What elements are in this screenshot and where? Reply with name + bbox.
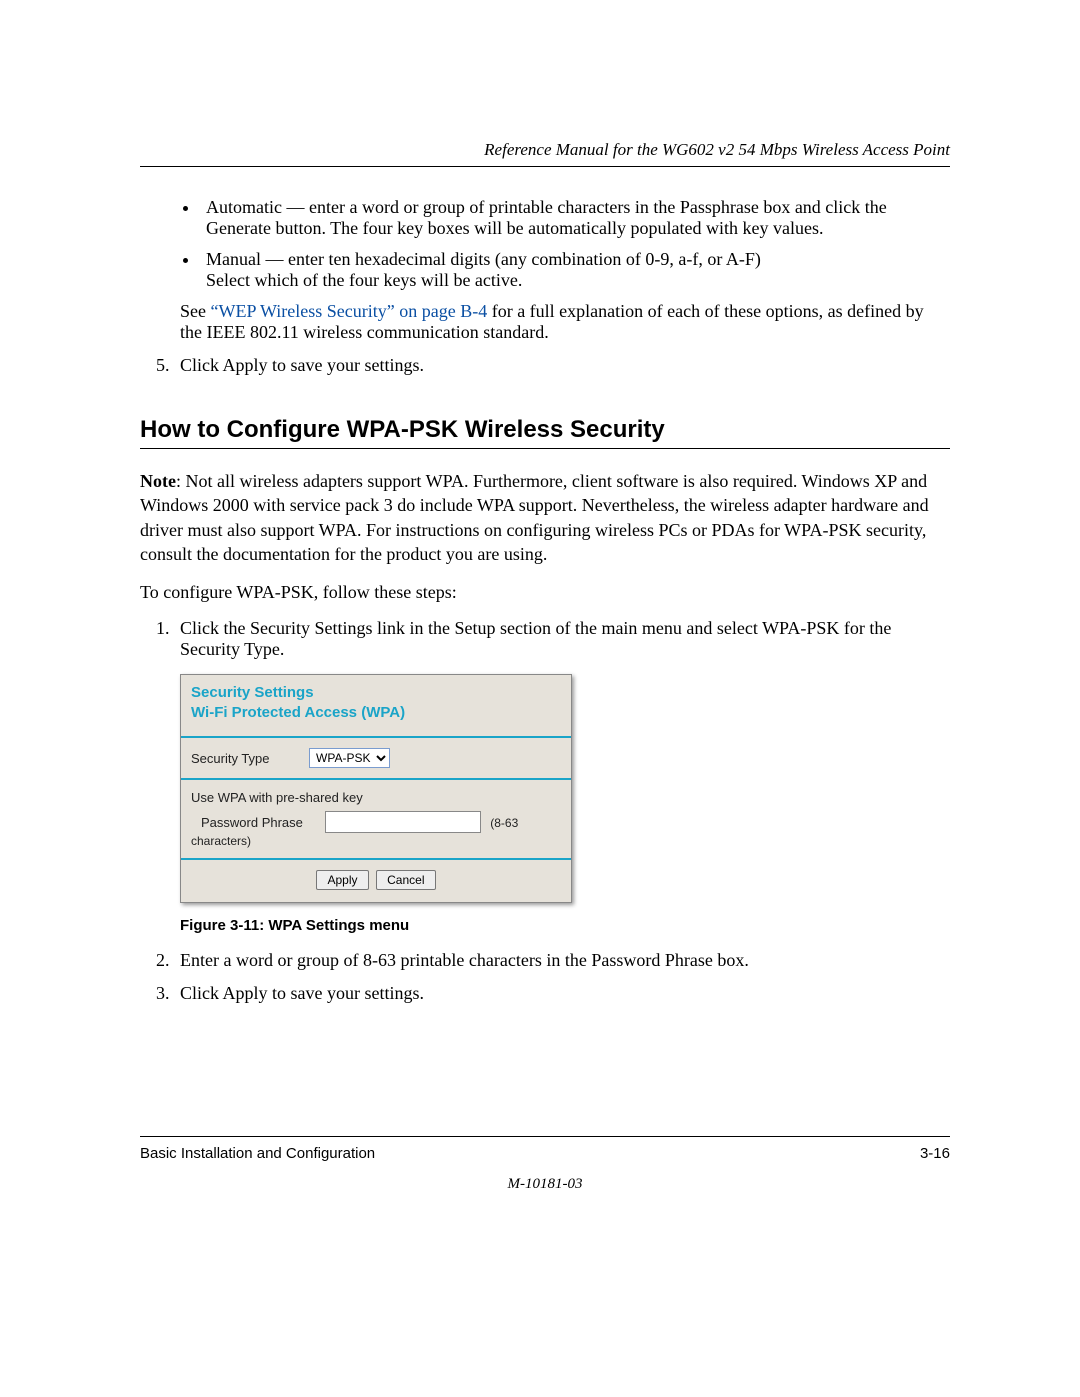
security-type-label: Security Type [191,751,301,766]
figure-caption: Figure 3-11: WPA Settings menu [180,917,950,934]
cancel-button[interactable]: Cancel [376,870,435,890]
apply-button[interactable]: Apply [316,870,368,890]
footer-spacer [140,1016,950,1136]
psk-section: Use WPA with pre-shared key Password Phr… [181,780,571,858]
password-phrase-label: Password Phrase [191,815,321,830]
header-rule [140,166,950,167]
section-rule [140,448,950,449]
footer: Basic Installation and Configuration 3-1… [140,1145,950,1162]
steps-list-2: Enter a word or group of 8-63 printable … [174,950,950,1004]
see-prefix: See [180,301,211,321]
note-paragraph: Note: Not all wireless adapters support … [140,469,950,566]
security-type-select[interactable]: WPA-PSK [309,748,390,768]
see-reference: See “WEP Wireless Security” on page B-4 … [180,301,950,343]
security-type-row: Security Type WPA-PSK [181,738,571,778]
bullet-list: Automatic — enter a word or group of pri… [200,197,950,291]
running-header: Reference Manual for the WG602 v2 54 Mbp… [140,140,950,160]
password-row: Password Phrase (8-63 characters) [191,811,561,848]
figure: Security Settings Wi-Fi Protected Access… [180,674,950,903]
section-heading: How to Configure WPA-PSK Wireless Securi… [140,416,950,444]
bullet-manual-line1: Manual — enter ten hexadecimal digits (a… [206,249,761,269]
footer-rule [140,1136,950,1137]
step-3: Click Apply to save your settings. [174,983,950,1004]
settings-screenshot: Security Settings Wi-Fi Protected Access… [180,674,572,903]
screenshot-title-1: Security Settings [191,683,561,703]
step-1: Click the Security Settings link in the … [174,618,950,660]
lead-sentence: To configure WPA-PSK, follow these steps… [140,580,950,604]
screenshot-title-2: Wi-Fi Protected Access (WPA) [191,703,561,723]
note-label: Note [140,471,176,491]
step-5: Click Apply to save your settings. [174,355,950,376]
footer-left: Basic Installation and Configuration [140,1145,375,1162]
bullet-manual-line2: Select which of the four keys will be ac… [206,270,522,290]
step-2: Enter a word or group of 8-63 printable … [174,950,950,971]
step-list-continued: Click Apply to save your settings. [174,355,950,376]
bullet-manual: Manual — enter ten hexadecimal digits (a… [200,249,950,291]
button-row: Apply Cancel [181,860,571,902]
content-area: Automatic — enter a word or group of pri… [140,197,950,1004]
steps-list: Click the Security Settings link in the … [174,618,950,660]
wep-security-link[interactable]: “WEP Wireless Security” on page B-4 [211,301,488,321]
page: Reference Manual for the WG602 v2 54 Mbp… [0,0,1080,1253]
password-phrase-input[interactable] [325,811,481,833]
use-wpa-label: Use WPA with pre-shared key [191,790,561,805]
footer-right: 3-16 [920,1145,950,1162]
note-text: : Not all wireless adapters support WPA.… [140,471,929,564]
screenshot-header: Security Settings Wi-Fi Protected Access… [181,675,571,736]
document-id: M-10181-03 [140,1176,950,1193]
bullet-automatic: Automatic — enter a word or group of pri… [200,197,950,239]
